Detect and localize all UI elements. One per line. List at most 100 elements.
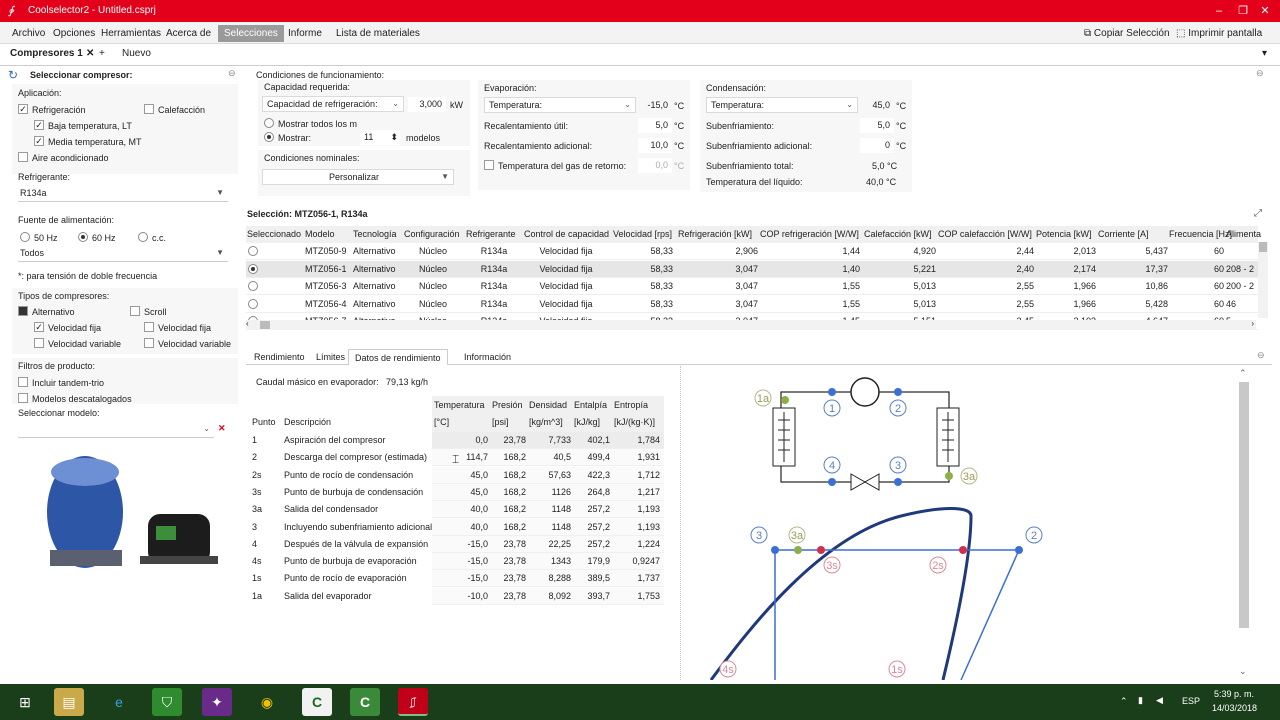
menu-lista-materiales[interactable]: Lista de materiales	[330, 25, 426, 42]
show-all-radio[interactable]	[264, 118, 274, 128]
refrigerant-select[interactable]: R134a ▼	[18, 186, 228, 202]
menu-acerca-de[interactable]: Acerca de	[160, 25, 217, 42]
fixed-speed-checkbox[interactable]: ✓	[34, 322, 44, 332]
expand-icon[interactable]: ⤢	[1254, 208, 1262, 219]
network-icon[interactable]: ▮	[1138, 695, 1143, 706]
col-header[interactable]: Potencia [kW]	[1036, 229, 1092, 239]
col-header[interactable]: Frecuencia [Hz]	[1169, 229, 1232, 239]
cond-type-select[interactable]: Temperatura: ⌄	[706, 97, 858, 113]
variable-speed-checkbox[interactable]	[34, 338, 44, 348]
col-header[interactable]: Alimenta	[1226, 229, 1261, 239]
menu-herramientas[interactable]: Herramientas	[95, 25, 167, 42]
low-temp-checkbox[interactable]: ✓	[34, 120, 44, 130]
windows-start-icon[interactable]: ⊞	[10, 688, 40, 716]
dc-radio[interactable]	[138, 232, 148, 242]
col-header[interactable]: Corriente [A]	[1098, 229, 1149, 239]
horizontal-scrollbar[interactable]: ‹ ›	[246, 319, 1256, 330]
table-row[interactable]: MTZ056-1 Alternativo Núcleo R134a Velocidad …	[246, 260, 1258, 278]
show-n-radio[interactable]	[264, 132, 274, 142]
return-gas-input[interactable]: 0,0	[638, 158, 672, 173]
collapse-conditions-icon[interactable]: ⊖	[1256, 68, 1264, 79]
refrigeration-checkbox[interactable]: ✓	[18, 104, 28, 114]
scroll-thumb[interactable]	[1259, 242, 1267, 252]
scroll-right-icon[interactable]: ›	[1251, 319, 1254, 328]
scroll-variable-speed-checkbox[interactable]	[144, 338, 154, 348]
volume-icon[interactable]: ◀	[1156, 695, 1163, 706]
col-header[interactable]: Modelo	[305, 229, 335, 239]
collapse-left-icon[interactable]: ⊖	[228, 68, 236, 79]
add-tab-icon[interactable]: +	[99, 48, 105, 59]
diagram-scrollbar[interactable]	[1239, 382, 1249, 628]
close-tab-icon[interactable]: ✕	[86, 48, 94, 59]
scroll-thumb[interactable]	[260, 321, 270, 329]
scroll-down-icon[interactable]: ⌄	[1239, 666, 1247, 677]
tandem-checkbox[interactable]	[18, 377, 28, 387]
scroll-up-icon[interactable]: ⌃	[1239, 368, 1247, 379]
tab-compresores-1[interactable]: Compresores 1	[10, 48, 83, 59]
coolselector-icon[interactable]: C	[302, 688, 332, 716]
row-select-radio[interactable]	[248, 263, 258, 274]
discontinued-checkbox[interactable]	[18, 393, 28, 403]
col-header[interactable]: Seleccionado	[247, 229, 301, 239]
col-header[interactable]: Refrigeración [kW]	[678, 229, 752, 239]
spinner-icon[interactable]: ⬍	[390, 130, 398, 145]
subcooling-input[interactable]: 5,0	[860, 118, 894, 133]
clock-date[interactable]: 14/03/2018	[1212, 703, 1257, 713]
col-header[interactable]: Velocidad [rps]	[613, 229, 672, 239]
col-header[interactable]: Configuración	[404, 229, 460, 239]
return-gas-checkbox[interactable]	[484, 160, 494, 170]
tab-rendimiento[interactable]: Rendimiento	[248, 349, 311, 365]
app-icon[interactable]: ✦	[202, 688, 232, 716]
close-icon[interactable]: ✕	[1258, 4, 1272, 18]
tab-nuevo[interactable]: Nuevo	[122, 48, 151, 59]
col-header[interactable]: Calefacción [kW]	[864, 229, 932, 239]
air-conditioning-checkbox[interactable]	[18, 152, 28, 162]
col-header[interactable]: COP calefacción [W/W]	[938, 229, 1032, 239]
scroll-checkbox[interactable]	[130, 306, 140, 316]
50hz-radio[interactable]	[20, 232, 30, 242]
models-count-input[interactable]: 11 ⬍	[360, 130, 400, 145]
store-icon[interactable]: ⛉	[152, 688, 182, 716]
tab-menu-chevron-icon[interactable]: ▾	[1262, 48, 1267, 59]
cond-temp-input[interactable]: 45,0	[860, 98, 894, 113]
reciprocating-checkbox[interactable]	[18, 306, 28, 316]
clear-model-icon[interactable]: ✕	[218, 423, 226, 434]
menu-archivo[interactable]: Archivo	[6, 25, 51, 42]
voltage-select[interactable]: Todos ▼	[18, 246, 228, 262]
row-select-radio[interactable]	[248, 246, 258, 256]
col-header[interactable]: Tecnología	[353, 229, 397, 239]
table-row[interactable]: MTZ050-9 Alternativo Núcleo R134a Velocidad …	[246, 243, 1258, 260]
menu-informe[interactable]: Informe	[282, 25, 328, 42]
evap-type-select[interactable]: Temperatura: ⌄	[484, 97, 636, 113]
copy-selection-button[interactable]: ⧉ Copiar Selección	[1078, 25, 1176, 42]
scroll-fixed-speed-checkbox[interactable]	[144, 322, 154, 332]
additional-subcooling-input[interactable]: 0	[860, 138, 894, 153]
coolselector2-icon[interactable]: C	[350, 688, 380, 716]
tab-datos-rendimiento[interactable]: Datos de rendimiento	[348, 349, 448, 365]
collapse-lower-icon[interactable]: ⊖	[1257, 350, 1265, 361]
heating-checkbox[interactable]	[144, 104, 154, 114]
row-select-radio[interactable]	[248, 281, 258, 291]
useful-superheat-input[interactable]: 5,0	[638, 118, 672, 133]
menu-selecciones[interactable]: Selecciones	[218, 25, 284, 42]
chrome-icon[interactable]: ◉	[252, 688, 282, 716]
capacity-type-select[interactable]: Capacidad de refrigeración: ⌄	[262, 96, 404, 112]
col-header[interactable]: Refrigerante	[466, 229, 516, 239]
tab-informacion[interactable]: Información	[458, 349, 517, 365]
60hz-radio[interactable]	[78, 232, 88, 242]
col-header[interactable]: Control de capacidad	[524, 229, 609, 239]
internet-explorer-icon[interactable]: e	[104, 688, 134, 716]
language-indicator[interactable]: ESP	[1182, 696, 1200, 706]
print-screen-button[interactable]: ⬚ Imprimir pantalla	[1170, 25, 1268, 42]
coolselector2-active-icon[interactable]: ⎎	[398, 688, 428, 716]
clock-time[interactable]: 5:39 p. m.	[1214, 689, 1254, 699]
minimize-icon[interactable]: –	[1212, 4, 1226, 18]
col-header[interactable]: COP refrigeración [W/W]	[760, 229, 859, 239]
vertical-scrollbar[interactable]	[1258, 242, 1268, 318]
table-row[interactable]: MTZ056-3 Alternativo Núcleo R134a Velocidad …	[246, 278, 1258, 295]
refresh-icon[interactable]: ↻	[8, 68, 18, 82]
table-row[interactable]: MTZ056-4 Alternativo Núcleo R134a Velocidad …	[246, 295, 1258, 313]
medium-temp-checkbox[interactable]: ✓	[34, 136, 44, 146]
model-select[interactable]: ⌄	[18, 422, 214, 438]
evap-temp-input[interactable]: -15,0	[638, 98, 672, 113]
